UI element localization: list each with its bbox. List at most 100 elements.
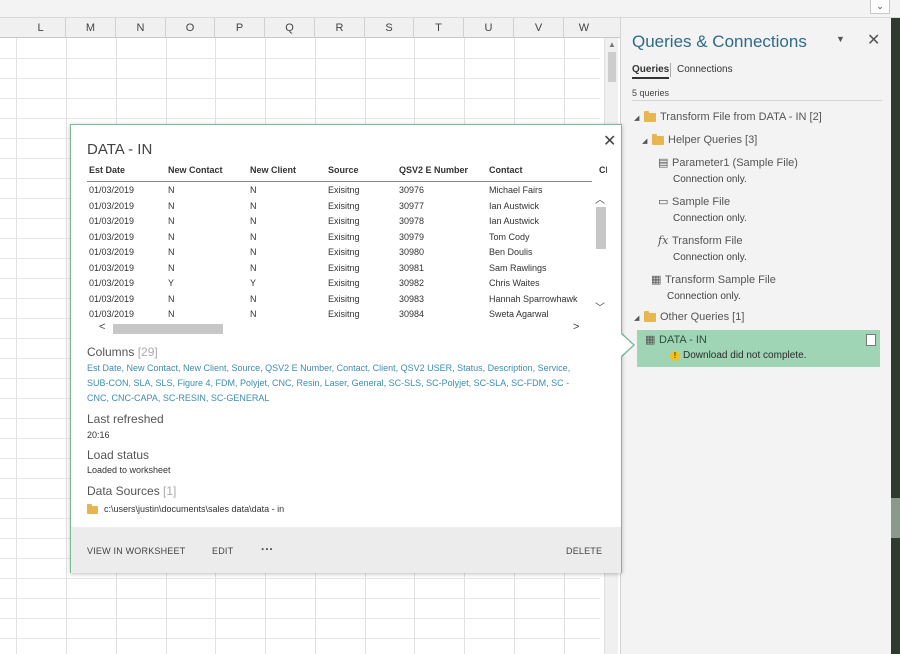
- column-header[interactable]: Q: [265, 18, 315, 38]
- query-label: Sample File: [672, 196, 731, 208]
- table-cell: N: [250, 309, 257, 319]
- query-status: Connection only.: [667, 291, 741, 302]
- table-cell: 30983: [399, 293, 425, 304]
- formula-bar: ⌄: [0, 0, 900, 18]
- grid-row-line: [0, 618, 600, 619]
- collapse-triangle-icon[interactable]: ◢: [642, 137, 652, 145]
- column-header-row: L M N O P Q R S T U V W: [0, 18, 620, 38]
- view-in-worksheet-button[interactable]: VIEW IN WORKSHEET: [87, 546, 185, 556]
- table-cell: 01/03/2019: [89, 185, 135, 195]
- table-cell: 30984: [399, 309, 425, 319]
- column-header[interactable]: S: [365, 18, 414, 38]
- table-cell: 30979: [399, 231, 425, 242]
- table-cell: 30982: [399, 278, 425, 288]
- table-cell: 30977: [399, 200, 425, 211]
- table-cell: Exisitng: [328, 200, 360, 211]
- table-horizontal-scrollbar[interactable]: < >: [87, 321, 592, 335]
- collapse-triangle-icon[interactable]: ◢: [634, 114, 644, 122]
- column-header[interactable]: R: [315, 18, 365, 38]
- query-item-transform-file[interactable]: fx Transform File: [658, 234, 743, 247]
- column-header[interactable]: U: [464, 18, 514, 38]
- table-cell: Ian Austwick: [489, 200, 540, 211]
- close-icon[interactable]: ✕: [603, 131, 616, 151]
- table-cell: N: [250, 293, 257, 304]
- table-vertical-scrollbar[interactable]: ︿ ﹀: [593, 187, 607, 317]
- table-cell: N: [250, 231, 257, 242]
- query-item-sample-file[interactable]: ▭ Sample File: [658, 195, 730, 208]
- table-cell: N: [250, 200, 257, 211]
- chevron-left-icon[interactable]: <: [99, 321, 105, 333]
- delete-button[interactable]: DELETE: [566, 546, 602, 556]
- group-label: Other Queries [1]: [660, 311, 745, 323]
- grid-row-line: [0, 58, 600, 59]
- function-icon: fx: [658, 234, 669, 247]
- expand-formula-bar-button[interactable]: ⌄: [870, 0, 890, 14]
- card-title: DATA - IN: [87, 141, 153, 158]
- table-cell: 30978: [399, 216, 425, 226]
- columns-list: Est Date, New Contact, New Client, Sourc…: [87, 363, 571, 403]
- scrollbar-thumb[interactable]: [608, 52, 616, 82]
- section-count: [1]: [163, 484, 177, 498]
- column-header[interactable]: V: [514, 18, 564, 38]
- collapse-triangle-icon[interactable]: ◢: [634, 314, 644, 322]
- warning-icon: !: [670, 351, 680, 361]
- parameter-icon: ▤: [658, 157, 669, 169]
- section-count: [29]: [137, 345, 158, 359]
- table-header: Cl: [599, 165, 607, 175]
- scroll-up-icon[interactable]: ▲: [608, 40, 616, 49]
- table-cell: 01/03/2019: [89, 309, 135, 319]
- preview-table: Est Date New Contact New Client Source Q…: [87, 165, 607, 335]
- table-cell: N: [168, 309, 175, 319]
- query-status: Connection only.: [673, 252, 747, 263]
- scrollbar-thumb[interactable]: [596, 207, 606, 249]
- data-source-item[interactable]: c:\users\justin\documents\sales data\dat…: [87, 503, 285, 514]
- column-header[interactable]: O: [166, 18, 215, 38]
- query-label: Parameter1 (Sample File): [672, 157, 798, 169]
- query-item-transform-sample-file[interactable]: ▦ Transform Sample File: [651, 273, 776, 286]
- query-group-transform-file[interactable]: ◢ Transform File from DATA - IN [2]: [634, 110, 822, 123]
- query-status: Connection only.: [673, 213, 747, 224]
- column-header[interactable]: M: [66, 18, 116, 38]
- table-cell: 01/03/2019: [89, 278, 135, 288]
- more-options-button[interactable]: ···: [261, 542, 274, 556]
- table-cell: Michael Fairs: [489, 185, 543, 195]
- divider: [632, 100, 882, 101]
- query-item-parameter1[interactable]: ▤ Parameter1 (Sample File): [658, 156, 798, 169]
- document-icon[interactable]: [866, 334, 876, 346]
- table-cell: N: [168, 247, 175, 257]
- load-status-value: Loaded to worksheet: [87, 465, 171, 475]
- section-label: Columns: [87, 345, 135, 359]
- table-cell: Exisitng: [328, 293, 360, 304]
- tab-queries[interactable]: Queries: [632, 64, 670, 79]
- chevron-down-icon[interactable]: ﹀: [595, 299, 605, 314]
- query-item-data-in[interactable]: ▦ DATA - IN ! Download did not complete.: [637, 330, 880, 367]
- query-group-other[interactable]: ◢ Other Queries [1]: [634, 310, 745, 323]
- data-source-path: c:\users\justin\documents\sales data\dat…: [104, 504, 285, 514]
- column-header[interactable]: L: [16, 18, 66, 38]
- query-label: Transform Sample File: [665, 274, 776, 286]
- column-header[interactable]: T: [414, 18, 464, 38]
- table-cell: 01/03/2019: [89, 293, 135, 304]
- table-cell: N: [168, 231, 175, 242]
- grid-column-line: [16, 38, 17, 654]
- table-cell: Sweta Agarwal: [489, 309, 549, 319]
- card-footer: VIEW IN WORKSHEET EDIT ··· DELETE: [71, 527, 621, 573]
- table-cell: N: [250, 185, 257, 195]
- scrollbar-thumb[interactable]: [113, 324, 223, 334]
- chevron-right-icon[interactable]: >: [573, 321, 579, 333]
- column-header[interactable]: N: [116, 18, 166, 38]
- table-icon: ▦: [645, 334, 656, 346]
- tab-connections[interactable]: Connections: [677, 64, 733, 75]
- table-cell: Ian Austwick: [489, 216, 540, 226]
- table-cell: Hannah Sparrowhawk: [489, 293, 578, 304]
- close-icon[interactable]: ✕: [867, 30, 880, 50]
- chevron-up-icon[interactable]: ︿: [595, 191, 605, 206]
- column-header[interactable]: P: [215, 18, 265, 38]
- column-header[interactable]: W: [564, 18, 604, 38]
- query-group-helper[interactable]: ◢ Helper Queries [3]: [642, 133, 757, 146]
- edit-button[interactable]: EDIT: [212, 546, 233, 556]
- table-cell: Sam Rawlings: [489, 262, 547, 273]
- query-status: Connection only.: [673, 174, 747, 185]
- pane-options-icon[interactable]: ▼: [836, 34, 845, 44]
- table-cell: Exisitng: [328, 247, 360, 257]
